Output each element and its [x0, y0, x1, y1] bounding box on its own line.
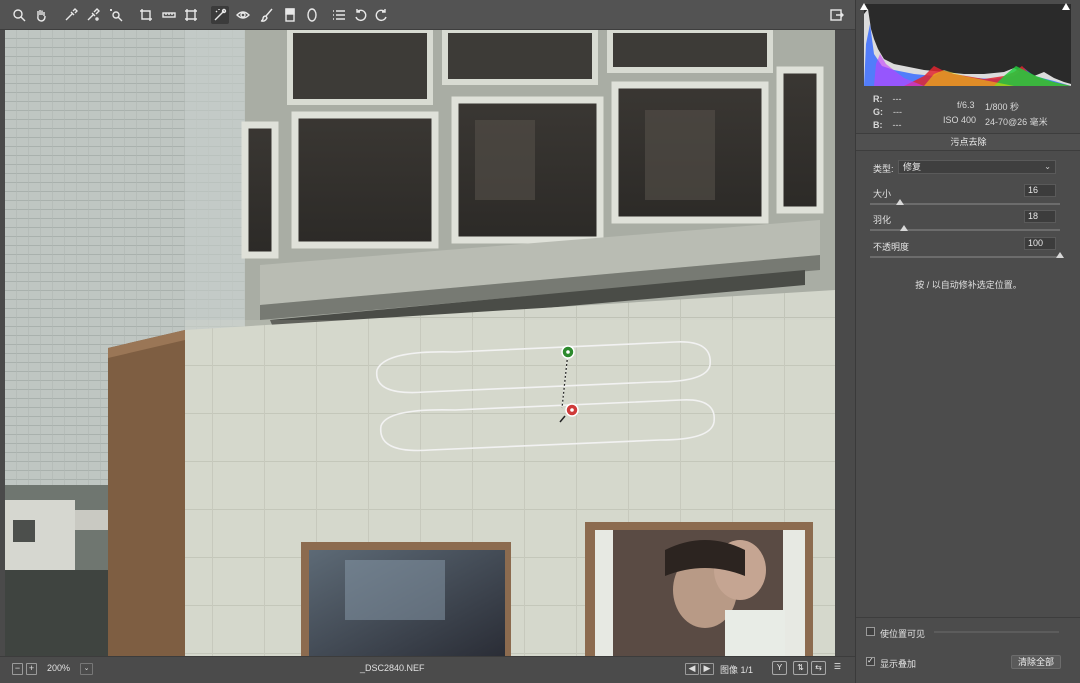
before-after-y-button[interactable]: Y	[772, 661, 787, 675]
graduated-filter-icon[interactable]	[281, 6, 299, 24]
opacity-slider-track[interactable]	[870, 256, 1060, 258]
opacity-slider-thumb[interactable]	[1056, 252, 1064, 258]
zoom-dropdown-chevron-icon[interactable]: ⌄	[80, 663, 93, 675]
opacity-label: 不透明度	[873, 242, 910, 252]
zoom-level[interactable]: 200%	[47, 663, 70, 673]
shadow-clipping-icon[interactable]	[860, 3, 868, 10]
chevron-down-icon: ⌄	[1044, 162, 1051, 171]
hint-text: 按 / 以自动修补选定位置。	[915, 280, 1022, 290]
toolbar	[0, 0, 855, 30]
hand-icon[interactable]	[32, 6, 50, 24]
color-sampler-icon[interactable]	[84, 6, 102, 24]
rotate-right-icon[interactable]	[372, 6, 390, 24]
next-image-button[interactable]: ▶	[700, 663, 714, 675]
size-label: 大小	[873, 189, 892, 199]
feather-input[interactable]: 18	[1024, 210, 1056, 223]
white-balance-icon[interactable]	[62, 6, 80, 24]
zoom-in-button[interactable]: +	[26, 663, 37, 675]
radial-filter-icon[interactable]	[303, 6, 321, 24]
type-select[interactable]: 修复 ⌄	[898, 160, 1056, 174]
r-value: ---	[892, 94, 902, 104]
visualize-spots-label: 使位置可见	[880, 629, 926, 639]
previous-image-button[interactable]: ◀	[685, 663, 699, 675]
photo-preview	[5, 30, 835, 656]
rgb-readout: R: --- G: --- B: --- f/6.3 1/800 秒 ISO 400 …	[856, 90, 1080, 130]
show-overlay-label: 显示叠加	[880, 659, 917, 669]
settings-icon[interactable]: ☰	[830, 661, 845, 675]
image-canvas[interactable]	[5, 30, 835, 656]
visualize-spots-checkbox[interactable]	[866, 627, 875, 636]
rotate-left-icon[interactable]	[352, 6, 370, 24]
exif-lens: 24-70@26 毫米	[985, 117, 1048, 127]
image-counter: 图像 1/1	[720, 665, 754, 675]
presets-list-icon[interactable]	[330, 6, 348, 24]
size-input[interactable]: 16	[1024, 184, 1056, 197]
divider	[856, 617, 1080, 618]
b-value: ---	[892, 120, 902, 130]
open-export-icon[interactable]	[828, 6, 846, 24]
visualize-spots-slider[interactable]	[934, 631, 1059, 633]
exif-iso: ISO 400	[943, 115, 977, 125]
swap-icon[interactable]: ⇆	[811, 661, 826, 675]
zoom-icon[interactable]	[10, 6, 28, 24]
feather-label: 羽化	[873, 215, 892, 225]
type-label: 类型:	[873, 164, 894, 174]
spot-removal-icon[interactable]	[211, 6, 229, 24]
compare-icon[interactable]: ⇅	[793, 661, 808, 675]
feather-slider-thumb[interactable]	[900, 225, 909, 231]
crop-icon[interactable]	[137, 6, 155, 24]
histogram	[864, 4, 1071, 86]
exif-aperture: f/6.3	[957, 100, 975, 110]
show-overlay-checkbox[interactable]	[866, 656, 875, 666]
status-bar: − + 200% ⌄ _DSC2840.NEF ◀ ▶ 图像 1/1 Y ⇅ ⇆…	[0, 656, 855, 683]
adjustment-brush-icon[interactable]	[258, 6, 276, 24]
clear-all-button[interactable]: 清除全部	[1011, 655, 1061, 669]
r-label: R:	[873, 94, 883, 104]
g-value: ---	[893, 107, 902, 117]
b-label: B:	[873, 120, 883, 130]
zoom-out-button[interactable]: −	[12, 663, 23, 675]
panel-title: 污点去除	[856, 133, 1080, 151]
right-panel: R: --- G: --- B: --- f/6.3 1/800 秒 ISO 400 …	[855, 0, 1080, 683]
feather-slider-track[interactable]	[870, 229, 1060, 231]
canvas-scroll-gutter	[835, 30, 855, 656]
target-adjust-icon[interactable]	[107, 6, 125, 24]
transform-icon[interactable]	[182, 6, 200, 24]
exif-shutter: 1/800 秒	[985, 102, 1020, 112]
red-eye-icon[interactable]	[234, 6, 252, 24]
opacity-input[interactable]: 100	[1024, 237, 1056, 250]
file-name: _DSC2840.NEF	[360, 663, 425, 673]
type-select-value: 修复	[903, 162, 922, 172]
straighten-icon[interactable]	[160, 6, 178, 24]
size-slider-thumb[interactable]	[896, 199, 905, 205]
highlight-clipping-icon[interactable]	[1062, 3, 1070, 10]
g-label: G:	[873, 107, 883, 117]
